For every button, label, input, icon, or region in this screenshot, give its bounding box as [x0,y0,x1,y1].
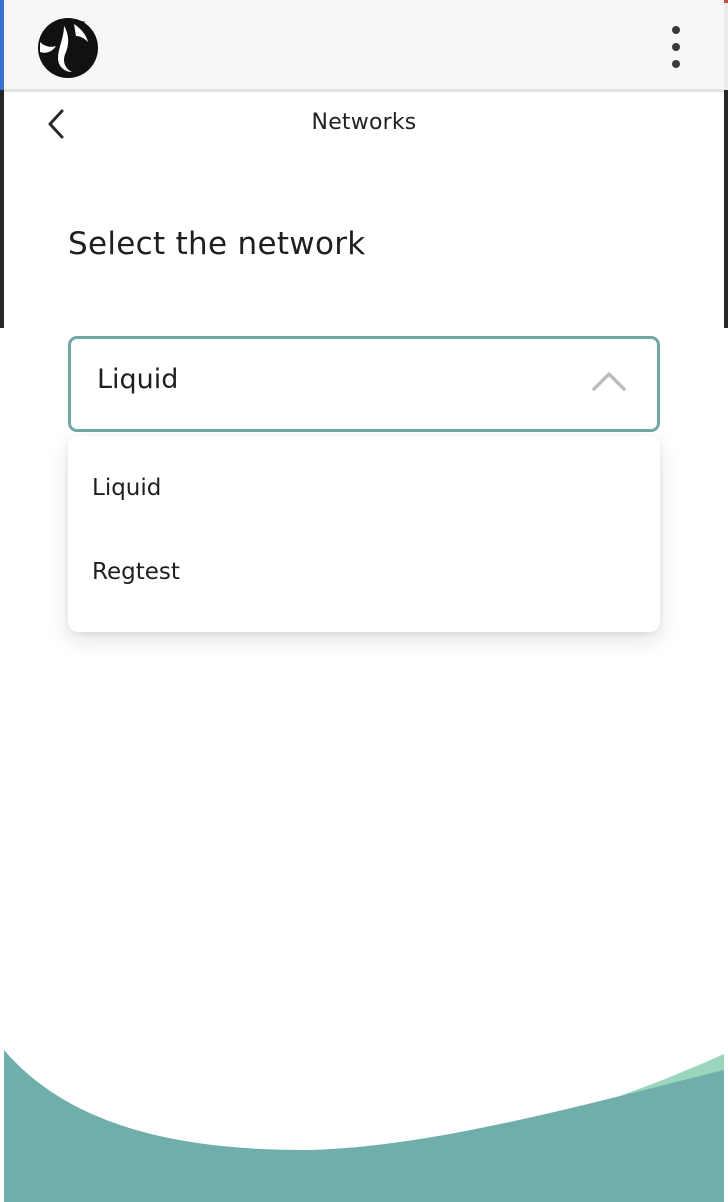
section-title: Select the network [68,226,366,262]
decorative-wave-footer [4,1030,724,1202]
top-app-bar [4,0,724,92]
page-header: Networks [4,96,724,156]
page-title: Networks [311,110,417,135]
more-vertical-icon[interactable] [664,26,688,68]
network-select-value: Liquid [97,364,179,395]
network-option-liquid[interactable]: Liquid [68,453,660,523]
network-select[interactable]: Liquid [68,336,660,432]
network-option-regtest[interactable]: Regtest [68,537,660,607]
host-page-dark-edge-right [724,90,728,328]
network-dropdown-menu: Liquid Regtest [68,436,660,632]
extension-popup: Networks Select the network Liquid Liqui… [4,0,724,1202]
mermaid-logo-icon [34,12,102,80]
chevron-up-icon [591,369,627,393]
